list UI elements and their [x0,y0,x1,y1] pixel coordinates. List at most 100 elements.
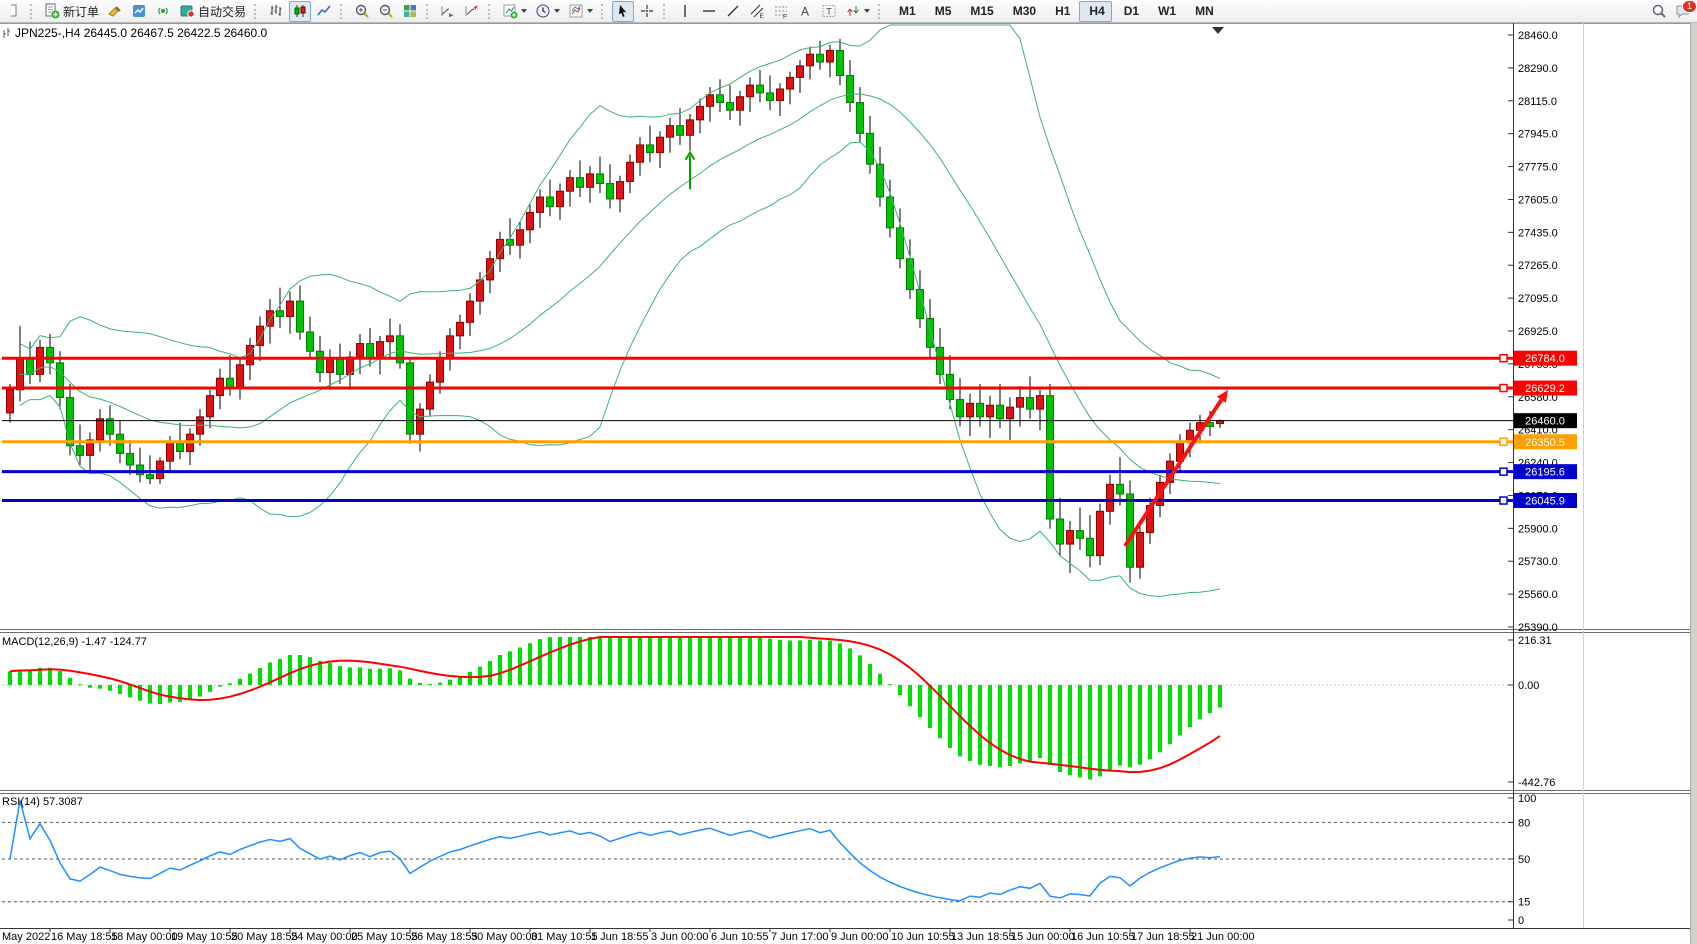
arrows-button[interactable] [842,1,873,22]
tile-windows-icon [402,3,418,19]
timeframe-h1[interactable]: H1 [1045,1,1077,22]
chart-canvas[interactable]: JPN225-,H4 26445.0 26467.5 26422.5 26460… [0,0,1697,944]
clipped-edge-icon-icon [6,3,22,19]
search-button[interactable] [1648,1,1670,22]
timeframe-m30-label: M30 [1013,4,1036,18]
timeframe-mn[interactable]: MN [1185,1,1221,22]
svg-text:7 Jun 17:00: 7 Jun 17:00 [771,931,829,943]
price-badge-26350.5: 26350.5 [1514,434,1577,449]
timeframe-h4[interactable]: H4 [1079,1,1111,22]
svg-text:0.00: 0.00 [1518,680,1539,692]
svg-text:9 Jun 00:00: 9 Jun 00:00 [831,931,889,943]
zoom-out-icon [378,3,394,19]
svg-text:30 May 00:00: 30 May 00:00 [471,931,538,943]
indicators-button[interactable] [499,1,530,22]
svg-text:80: 80 [1518,817,1530,829]
zoom-in-button[interactable] [351,1,373,22]
cursor-button[interactable] [612,1,634,22]
algo-trading-button-label: 自动交易 [198,3,246,20]
price-badge-26195.6: 26195.6 [1514,464,1577,479]
toolbar-separator [426,4,432,19]
svg-text:13 Jun 18:55: 13 Jun 18:55 [951,931,1015,943]
svg-text:50: 50 [1518,854,1530,866]
svg-text:1 Jun 18:55: 1 Jun 18:55 [591,931,649,943]
text-label-button[interactable]: T [818,1,840,22]
toolbar-separator [601,4,607,19]
line-chart-button[interactable] [313,1,335,22]
svg-text:26 May 18:55: 26 May 18:55 [411,931,478,943]
svg-text:May 2022: May 2022 [2,931,50,943]
svg-text:216.31: 216.31 [1518,635,1552,647]
timeframe-d1[interactable]: D1 [1114,1,1146,22]
chart-shift-button[interactable] [461,1,483,22]
candles-chart-button[interactable] [289,1,311,22]
zoom-out-button[interactable] [375,1,397,22]
zoom-in-icon [354,3,370,19]
algo-trading-button[interactable]: 自动交易 [176,1,249,22]
clipped-edge-icon[interactable] [3,1,25,22]
text-button[interactable]: A [794,1,816,22]
svg-text:25560.0: 25560.0 [1518,589,1558,601]
svg-text:28290.0: 28290.0 [1518,63,1558,75]
trendline-button[interactable] [722,1,744,22]
fibonacci-icon: F [773,3,789,19]
algo-trading-icon [179,3,195,19]
svg-text:15 Jun 00:00: 15 Jun 00:00 [1011,931,1075,943]
svg-text:27265.0: 27265.0 [1518,260,1558,272]
svg-text:16 Jun 10:55: 16 Jun 10:55 [1071,931,1135,943]
broom-button[interactable] [104,1,126,22]
svg-text:21 Jun 00:00: 21 Jun 00:00 [1191,931,1255,943]
dropdown-caret-icon[interactable] [864,9,870,13]
svg-text:25900.0: 25900.0 [1518,523,1558,535]
timeframe-w1[interactable]: W1 [1148,1,1183,22]
bars-chart-button[interactable] [265,1,287,22]
periods-button[interactable] [532,1,563,22]
fibonacci-button[interactable]: F [770,1,792,22]
cursor-icon [615,3,631,19]
timeframe-m15[interactable]: M15 [960,1,1000,22]
chart-background [0,23,1697,944]
text-icon: A [797,3,813,19]
dropdown-caret-icon[interactable] [587,9,593,13]
chart-shift-icon [464,3,480,19]
svg-text:15: 15 [1518,897,1530,909]
equidistant-channel-button[interactable]: E [746,1,768,22]
notifications-button[interactable]: 1 [1672,1,1694,22]
timeframe-m30[interactable]: M30 [1003,1,1043,22]
toolbar-separator [254,4,260,19]
svg-text:17 Jun 18:55: 17 Jun 18:55 [1131,931,1195,943]
timeframe-m1[interactable]: M1 [889,1,923,22]
crosshair-icon [639,3,655,19]
svg-text:F: F [783,14,787,20]
toolbar-separator [340,4,346,19]
search-icon [1651,3,1667,19]
dropdown-caret-icon[interactable] [554,9,560,13]
broom-icon [107,3,123,19]
timeframe-m5[interactable]: M5 [925,1,959,22]
timeframe-m1-label: M1 [899,4,916,18]
bars-chart-icon [268,3,284,19]
new-order-button[interactable]: 新订单 [41,1,102,22]
svg-text:T: T [826,7,832,17]
chart-window-icon [131,3,147,19]
svg-text:27435.0: 27435.0 [1518,227,1558,239]
window-edge [1691,23,1697,944]
templates-icon [568,3,584,19]
crosshair-button[interactable] [636,1,658,22]
tile-windows-button[interactable] [399,1,421,22]
vertical-line-button[interactable] [674,1,696,22]
auto-scroll-button[interactable] [437,1,459,22]
dropdown-caret-icon[interactable] [521,9,527,13]
signal-button[interactable] [152,1,174,22]
timeframe-m15-label: M15 [970,4,993,18]
svg-text:10 Jun 10:55: 10 Jun 10:55 [891,931,955,943]
notification-badge: 1 [1682,0,1697,13]
svg-text:25 May 10:55: 25 May 10:55 [351,931,418,943]
trendline-icon [725,3,741,19]
horizontal-line-button[interactable] [698,1,720,22]
symbol-title: JPN225-,H4 26445.0 26467.5 26422.5 26460… [4,26,268,40]
templates-button[interactable] [565,1,596,22]
chart-window-button[interactable] [128,1,150,22]
svg-text:26195.6: 26195.6 [1525,467,1565,479]
svg-text:25730.0: 25730.0 [1518,556,1558,568]
